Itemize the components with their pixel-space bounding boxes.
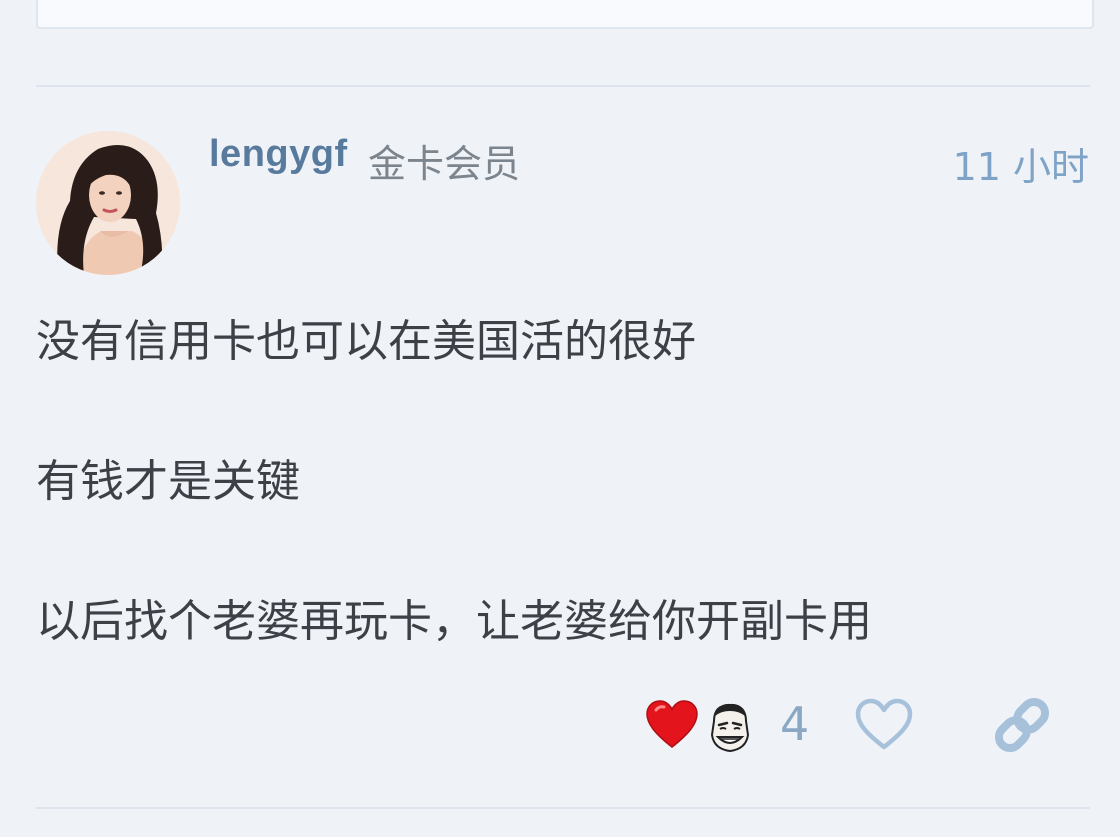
post-divider	[36, 85, 1090, 87]
post-body: 没有信用卡也可以在美国活的很好 有钱才是关键 以后找个老婆再玩卡，让老婆给你开副…	[36, 310, 872, 730]
topic-post-view: lengygf 金卡会员 11 小时 没有信用卡也可以在美国活的很好 有钱才是关…	[0, 0, 1120, 837]
post-timestamp[interactable]: 11 小时	[953, 136, 1089, 191]
link-icon	[994, 697, 1050, 753]
red-heart-emoji-icon[interactable]	[644, 697, 700, 753]
share-link-button[interactable]	[990, 695, 1054, 755]
heart-outline-icon	[855, 698, 913, 750]
reaction-count[interactable]: 4	[780, 697, 809, 751]
post-divider	[36, 807, 1090, 809]
post-paragraph: 有钱才是关键	[36, 456, 300, 507]
laughing-meme-face-emoji-icon[interactable]	[704, 699, 756, 755]
post-username[interactable]: lengygf	[209, 133, 348, 176]
user-avatar[interactable]	[36, 131, 180, 275]
post-paragraph: 以后找个老婆再玩卡，让老婆给你开副卡用	[36, 596, 872, 647]
previous-post-card	[36, 0, 1094, 29]
post-paragraph: 没有信用卡也可以在美国活的很好	[36, 316, 696, 367]
user-title-badge: 金卡会员	[368, 142, 521, 186]
like-button[interactable]	[854, 697, 914, 753]
